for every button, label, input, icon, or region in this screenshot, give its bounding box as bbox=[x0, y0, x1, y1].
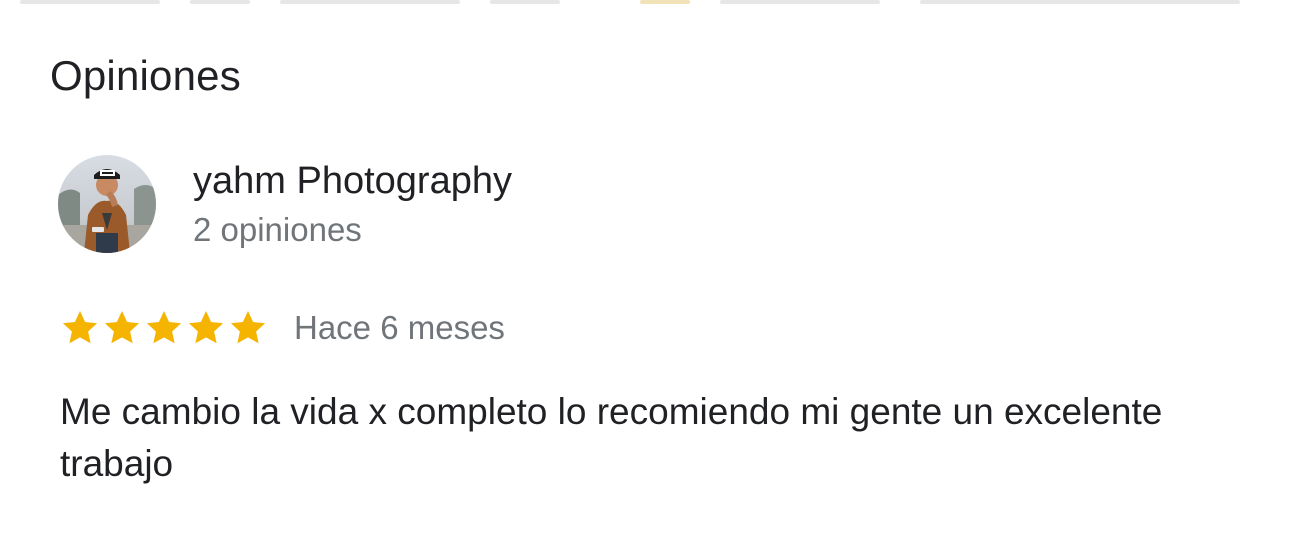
star-rating bbox=[60, 308, 268, 348]
rating-row: Hace 6 meses bbox=[60, 304, 505, 352]
star-icon bbox=[146, 311, 182, 344]
review-text: Me cambio la vida x completo lo recomien… bbox=[60, 391, 1163, 484]
review-time: Hace 6 meses bbox=[294, 309, 505, 346]
section-title: Opiniones bbox=[50, 52, 241, 99]
star-icon bbox=[230, 311, 266, 344]
reviewer-name[interactable]: yahm Photography bbox=[193, 160, 512, 203]
reviewer-avatar-photo bbox=[58, 155, 156, 253]
reviewer-avatar[interactable] bbox=[58, 155, 156, 253]
reviewer-review-count: 2 opiniones bbox=[193, 211, 362, 248]
star-icon bbox=[104, 311, 140, 344]
star-icon bbox=[62, 311, 98, 344]
star-icon bbox=[188, 311, 224, 344]
previous-content-edge bbox=[0, 0, 1290, 8]
